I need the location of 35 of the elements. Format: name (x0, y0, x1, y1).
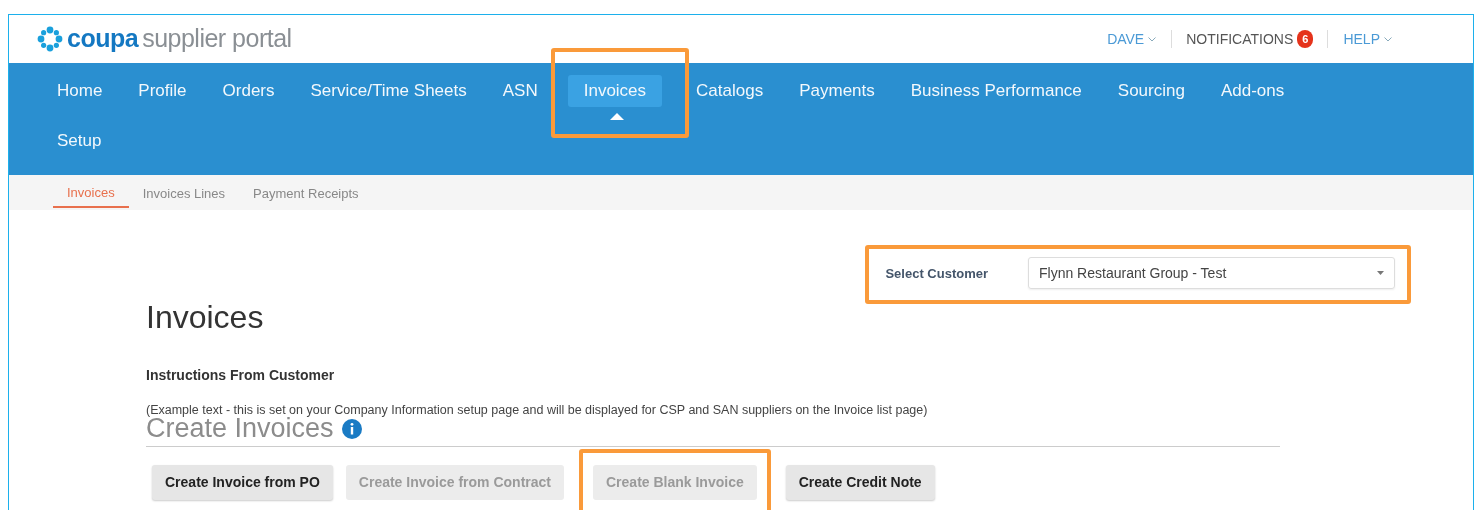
info-icon[interactable] (341, 419, 362, 439)
subnav-tab[interactable]: Invoices (53, 176, 129, 209)
nav-tab[interactable]: ASN (486, 75, 554, 107)
dropdown-caret-icon (1377, 271, 1384, 275)
field-label: Select Customer (885, 265, 988, 283)
page-title: Invoices (146, 301, 265, 333)
nav-tab[interactable]: Add-ons (1204, 75, 1301, 107)
select-value: Flynn Restaurant Group - Test (1039, 263, 1227, 283)
nav-tab[interactable]: Payments (783, 75, 891, 107)
notifications-link[interactable]: NOTIFICATIONS (1186, 28, 1294, 50)
logo-subtitle: supplier portal (142, 23, 292, 55)
nav-tab[interactable]: Profile (122, 75, 203, 107)
nav-tab[interactable]: Business Performance (894, 75, 1098, 107)
customer-select[interactable]: Flynn Restaurant Group - Test (1028, 257, 1395, 289)
caret-icon (1148, 36, 1157, 42)
subnav-tab[interactable]: Invoices Lines (128, 177, 240, 208)
create-button[interactable]: Create Invoice from PO (152, 464, 333, 500)
nav-tab[interactable]: Setup (41, 125, 118, 157)
caret-icon (1384, 36, 1392, 42)
nav-tab[interactable]: Catalogs (680, 75, 780, 107)
nav-tab[interactable]: Orders (206, 75, 291, 107)
help-menu[interactable]: HELP (1342, 27, 1393, 51)
create-button[interactable]: Create Credit Note (785, 464, 935, 500)
nav-tab[interactable]: Invoices (567, 75, 663, 107)
nav-tab[interactable]: Sourcing (1101, 75, 1201, 107)
pointer-icon (609, 113, 624, 120)
nav-tab[interactable]: Service/Time Sheets (294, 75, 483, 107)
instructions-title: Instructions From Customer (146, 366, 336, 385)
notification-count: 6 (1297, 29, 1314, 49)
nav-tab[interactable]: Home (41, 75, 119, 107)
logo-text: coupa (67, 23, 139, 55)
subnav-tab[interactable]: Payment Receipts (239, 177, 373, 208)
logo-icon (37, 26, 63, 52)
user-menu[interactable]: DAVE (1106, 27, 1158, 51)
instructions-text: (Example text - this is set on your Company Information setup page and will be displayed for CSP and SAN suppliers on the Invoice list page) (146, 404, 929, 417)
